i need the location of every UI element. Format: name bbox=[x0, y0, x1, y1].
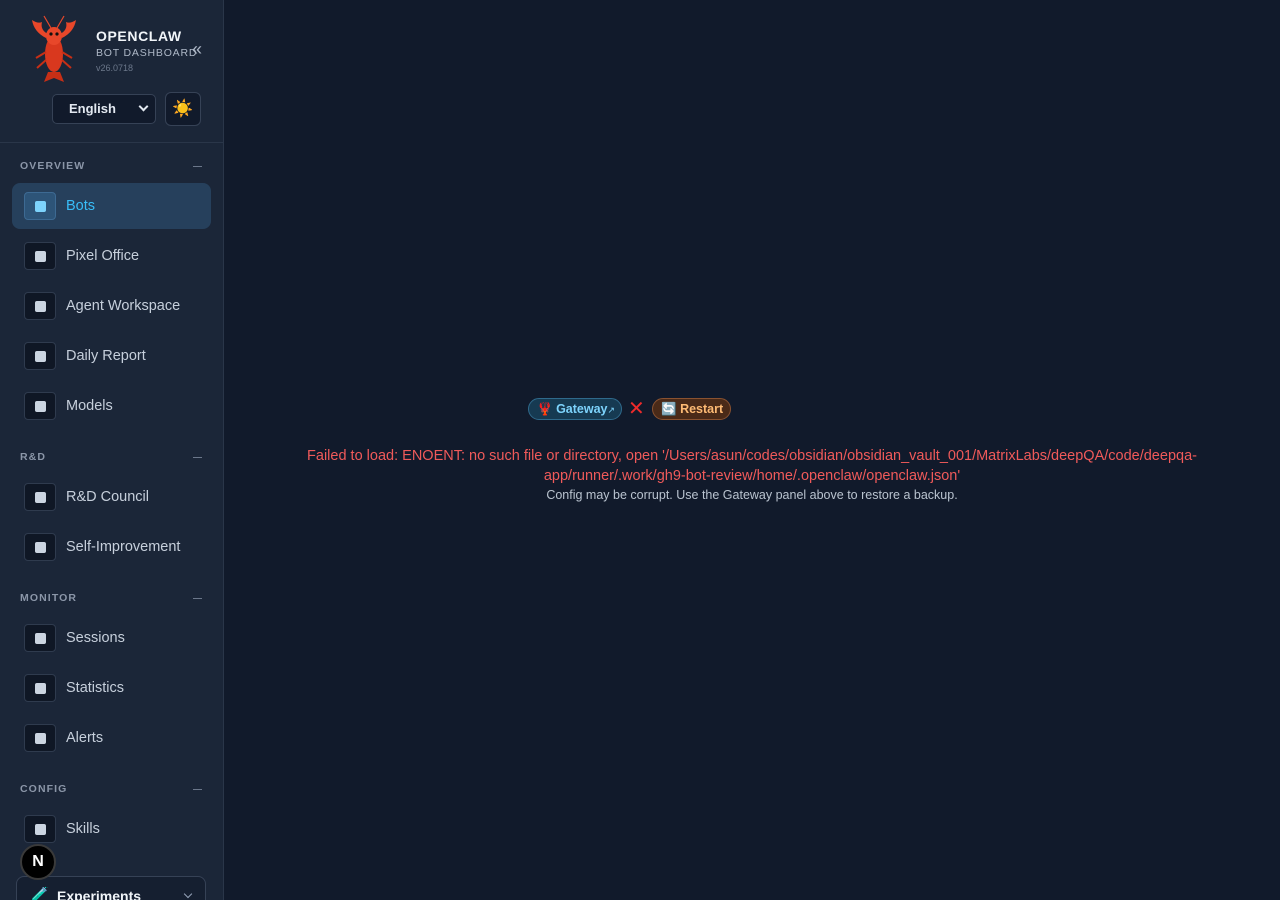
version-label: v26.0718 bbox=[96, 63, 134, 73]
gateway-label: Gateway bbox=[556, 402, 608, 416]
test-tube-icon: 🧪 bbox=[31, 886, 49, 900]
sidebar-item-label: Bots bbox=[66, 198, 96, 214]
skills-icon bbox=[24, 815, 56, 843]
sessions-icon bbox=[24, 624, 56, 652]
lobster-icon: 🦞 bbox=[537, 402, 553, 416]
section-title-monitor: MONITOR bbox=[20, 592, 78, 604]
sidebar-item-daily-report[interactable]: Daily Report bbox=[12, 333, 211, 379]
sidebar-item-label: Self-Improvement bbox=[66, 539, 181, 555]
sidebar-item-label: Daily Report bbox=[66, 348, 146, 364]
lobster-logo-icon bbox=[32, 15, 76, 82]
external-link-icon: ↗ bbox=[607, 405, 616, 415]
sidebar-item-statistics[interactable]: Statistics bbox=[12, 665, 211, 711]
sidebar-item-self-improvement[interactable]: Self-Improvement bbox=[12, 524, 211, 570]
experiments-label: Experiments bbox=[57, 888, 142, 900]
sidebar-item-pixel-office[interactable]: Pixel Office bbox=[12, 233, 211, 279]
section-collapse-overview-icon[interactable] bbox=[193, 166, 202, 167]
language-select[interactable]: English bbox=[52, 94, 156, 124]
section-collapse-config-icon[interactable] bbox=[193, 789, 202, 790]
brand: OPENCLAW BOT DASHBOARD v26.0718 « bbox=[24, 14, 214, 86]
brand-subtitle: BOT DASHBOARD bbox=[96, 47, 198, 59]
restart-button[interactable]: 🔄 Restart bbox=[652, 398, 731, 420]
sidebar: OPENCLAW BOT DASHBOARD v26.0718 « Englis… bbox=[0, 0, 224, 900]
chevron-down-icon bbox=[138, 101, 149, 112]
brand-title: OPENCLAW bbox=[96, 28, 182, 44]
sidebar-item-label: Sessions bbox=[66, 630, 125, 646]
pixel-office-icon bbox=[24, 242, 56, 270]
error-x-icon: ✕ bbox=[628, 398, 645, 420]
sun-icon: ☀️ bbox=[172, 99, 194, 118]
sidebar-item-models[interactable]: Models bbox=[12, 383, 211, 429]
theme-toggle-button[interactable]: ☀️ bbox=[165, 92, 201, 126]
council-icon bbox=[24, 483, 56, 511]
self-improvement-icon bbox=[24, 533, 56, 561]
models-icon bbox=[24, 392, 56, 420]
bots-icon bbox=[24, 192, 56, 220]
sidebar-divider bbox=[0, 142, 223, 143]
statistics-icon bbox=[24, 674, 56, 702]
sidebar-item-label: Skills bbox=[66, 821, 100, 837]
sidebar-item-agent-workspace[interactable]: Agent Workspace bbox=[12, 283, 211, 329]
refresh-icon: 🔄 bbox=[661, 402, 677, 416]
sidebar-item-sessions[interactable]: Sessions bbox=[12, 615, 211, 661]
gateway-button[interactable]: 🦞 Gateway↗ bbox=[528, 398, 622, 420]
experiments-panel[interactable]: 🧪 Experiments bbox=[16, 876, 206, 900]
sidebar-item-label: Alerts bbox=[66, 730, 104, 746]
sidebar-item-label: Agent Workspace bbox=[66, 298, 181, 314]
collapse-sidebar-icon[interactable]: « bbox=[192, 40, 202, 58]
sidebar-item-label: Statistics bbox=[66, 680, 125, 696]
language-select-value: English bbox=[69, 101, 116, 116]
section-collapse-rnd-icon[interactable] bbox=[193, 457, 202, 458]
sidebar-item-rnd-council[interactable]: R&D Council bbox=[12, 474, 211, 520]
section-title-rnd: R&D bbox=[20, 451, 47, 463]
next-dev-badge[interactable]: N bbox=[20, 844, 56, 880]
section-title-overview: OVERVIEW bbox=[20, 160, 86, 172]
sidebar-item-label: Pixel Office bbox=[66, 248, 140, 264]
workspace-icon bbox=[24, 292, 56, 320]
sidebar-item-alerts[interactable]: Alerts bbox=[12, 715, 211, 761]
bell-icon bbox=[24, 724, 56, 752]
report-icon bbox=[24, 342, 56, 370]
chevron-down-icon bbox=[183, 889, 193, 899]
section-title-config: CONFIG bbox=[20, 783, 68, 795]
error-message: Failed to load: ENOENT: no such file or … bbox=[307, 448, 1197, 484]
sidebar-item-bots[interactable]: Bots bbox=[12, 183, 211, 229]
error-hint: Config may be corrupt. Use the Gateway p… bbox=[546, 488, 958, 502]
section-collapse-monitor-icon[interactable] bbox=[193, 598, 202, 599]
restart-label: Restart bbox=[680, 402, 724, 416]
sidebar-item-label: Models bbox=[66, 398, 113, 414]
sidebar-item-label: R&D Council bbox=[66, 489, 149, 505]
